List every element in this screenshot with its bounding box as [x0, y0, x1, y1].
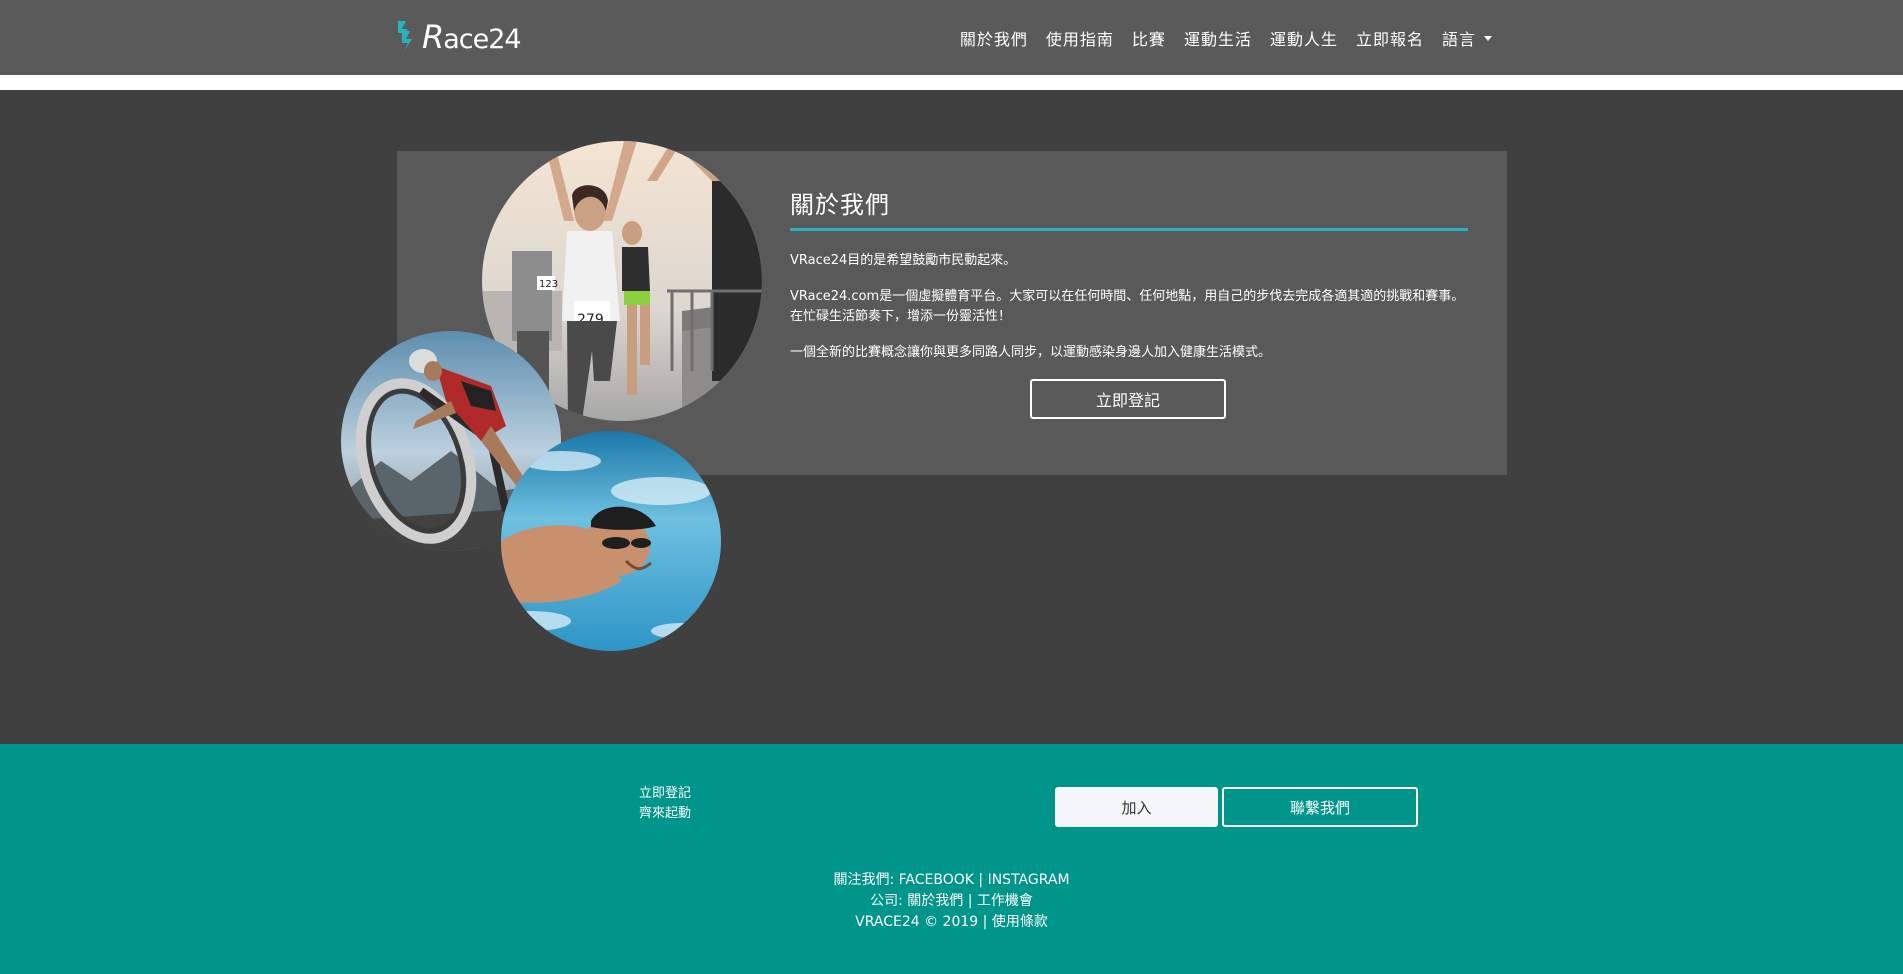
swimmer-photo — [501, 431, 721, 651]
nav-sports-people[interactable]: 運動人生 — [1261, 26, 1347, 50]
logo-mark-icon — [398, 21, 412, 51]
company-label: 公司: — [870, 893, 908, 909]
facebook-link[interactable]: FACEBOOK — [899, 872, 974, 888]
join-button[interactable]: 加入 — [1055, 787, 1218, 827]
terms-link[interactable]: 使用條款 — [992, 914, 1048, 930]
chevron-down-icon — [1484, 35, 1492, 41]
instagram-link[interactable]: INSTAGRAM — [988, 872, 1070, 888]
bib-123: 123 — [539, 279, 558, 290]
nav-about-us[interactable]: 關於我們 — [951, 26, 1037, 50]
footer-company-row: 公司: 關於我們 | 工作機會 — [0, 891, 1903, 912]
contact-us-button[interactable]: 聯繫我們 — [1222, 787, 1418, 827]
nav-register-now[interactable]: 立即報名 — [1347, 26, 1433, 50]
footer-follow-row: 關注我們: FACEBOOK | INSTAGRAM — [0, 870, 1903, 891]
footer: 立即登記 齊來起動 加入 聯繫我們 關注我們: FACEBOOK | INSTA… — [0, 744, 1903, 974]
separator: | — [963, 893, 977, 909]
about-title: 關於我們 — [790, 185, 1468, 231]
copyright-text: VRACE24 © 2019 — [855, 914, 979, 930]
separator: | — [973, 872, 988, 888]
footer-jobs-link[interactable]: 工作機會 — [977, 893, 1033, 909]
nav-guide[interactable]: 使用指南 — [1037, 26, 1123, 50]
main-nav: 關於我們 使用指南 比賽 運動生活 運動人生 立即報名 語言 — [951, 20, 1501, 56]
nav-sports-life[interactable]: 運動生活 — [1175, 26, 1261, 50]
footer-link-register[interactable]: 立即登記 — [639, 784, 691, 804]
about-paragraph-3: 一個全新的比賽概念讓你與更多同路人同步，以運動感染身邊人加入健康生活模式。 — [790, 345, 1272, 360]
footer-about-link[interactable]: 關於我們 — [907, 893, 963, 909]
footer-copyright-row: VRACE24 © 2019 | 使用條款 — [0, 912, 1903, 933]
header-divider — [0, 75, 1903, 90]
footer-bottom: 關注我們: FACEBOOK | INSTAGRAM 公司: 關於我們 | 工作… — [0, 870, 1903, 933]
top-navbar: Race24 關於我們 使用指南 比賽 運動生活 運動人生 立即報名 語言 — [0, 0, 1903, 75]
about-paragraph-2: VRace24.com是一個虛擬體育平台。大家可以在任何時間、任何地點，用自己的… — [790, 289, 1465, 324]
about-content: 關於我們 VRace24目的是希望鼓勵市民動起來。 VRace24.com是一個… — [790, 185, 1468, 419]
nav-language-label: 語言 — [1441, 30, 1476, 49]
footer-link-get-moving[interactable]: 齊來起動 — [639, 804, 691, 824]
follow-label: 關注我們: — [833, 872, 899, 888]
register-now-button[interactable]: 立即登記 — [1030, 379, 1226, 419]
footer-links: 立即登記 齊來起動 — [639, 784, 691, 824]
logo-text: Race24 — [422, 18, 522, 56]
about-paragraph-1: VRace24目的是希望鼓勵市民動起來。 — [790, 253, 1017, 268]
nav-races[interactable]: 比賽 — [1123, 26, 1175, 50]
vrace24-logo[interactable]: Race24 — [396, 18, 522, 56]
nav-language-dropdown[interactable]: 語言 — [1433, 26, 1501, 50]
separator: | — [978, 914, 992, 930]
